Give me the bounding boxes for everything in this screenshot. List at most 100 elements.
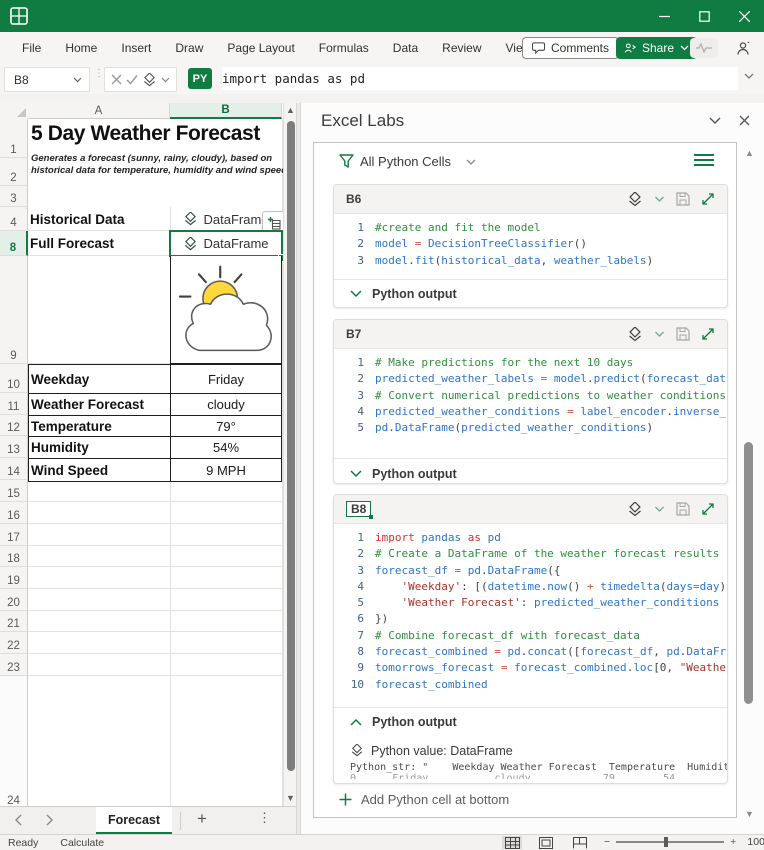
datatype-dropdown-icon[interactable]	[654, 196, 665, 203]
row-header-1[interactable]: 1	[0, 119, 28, 158]
datatype-dropdown-icon[interactable]	[161, 77, 170, 83]
python-output-toggle-b6[interactable]: Python output	[334, 278, 727, 309]
activity-button[interactable]	[690, 38, 718, 58]
page-layout-view-button[interactable]	[536, 836, 556, 849]
select-all-corner[interactable]	[0, 103, 29, 120]
save-icon[interactable]	[676, 192, 690, 206]
ribbon-tab-data[interactable]: Data	[381, 32, 430, 64]
close-button[interactable]	[724, 0, 764, 32]
code-editor-b7[interactable]: 1 # Make predictions for the next 10 days…	[334, 349, 727, 458]
row-header-15[interactable]: 15	[0, 480, 28, 502]
datatype-icon[interactable]	[627, 191, 643, 207]
stat-value[interactable]: 79°	[171, 416, 281, 436]
minimize-button[interactable]	[644, 0, 684, 32]
row-header-23[interactable]: 23	[0, 654, 28, 676]
comments-button[interactable]: Comments	[522, 37, 620, 59]
expand-icon[interactable]	[701, 192, 715, 206]
panel-scroll-up-icon[interactable]: ▲	[745, 148, 754, 158]
row-header-10[interactable]: 10	[0, 364, 28, 393]
sheet-scrollbar-thumb[interactable]	[286, 121, 295, 771]
row-header-20[interactable]: 20	[0, 589, 28, 611]
sheet-vertical-scrollbar[interactable]: ▲ ▼	[283, 103, 296, 806]
code-editor-b6[interactable]: 1 #create and fit the model 2 model = Decis…	[334, 214, 727, 279]
python-cell-card-b7[interactable]: B7 1 # Make predictions for the next 10 d…	[333, 319, 728, 484]
row-header-22[interactable]: 22	[0, 632, 28, 654]
ribbon-tab-review[interactable]: Review	[430, 32, 493, 64]
stat-value[interactable]: 54%	[171, 437, 281, 458]
zoom-in-button[interactable]: +	[730, 836, 736, 848]
ribbon-tab-file[interactable]: File	[10, 32, 53, 64]
namebox-dropdown-icon[interactable]	[73, 77, 82, 83]
cell-a8-label[interactable]: Full Forecast	[30, 231, 114, 256]
stat-label[interactable]: Weekday	[29, 365, 171, 393]
datatype-icon[interactable]	[627, 501, 643, 517]
row-header-17[interactable]: 17	[0, 524, 28, 546]
ribbon-tab-formulas[interactable]: Formulas	[307, 32, 381, 64]
enter-check-icon[interactable]	[126, 74, 138, 85]
row-header-21[interactable]: 21	[0, 611, 28, 632]
row-header-16[interactable]: 16	[0, 502, 28, 524]
panel-collapse-icon[interactable]	[709, 117, 721, 125]
scroll-down-icon[interactable]: ▼	[286, 794, 295, 803]
panel-scrollbar-thumb[interactable]	[744, 442, 753, 704]
zoom-slider[interactable]	[616, 837, 725, 848]
row-header-2[interactable]: 2	[0, 158, 28, 186]
feedback-person-button[interactable]	[730, 38, 756, 58]
page-break-view-button[interactable]	[570, 836, 590, 849]
share-button[interactable]: Share	[616, 37, 698, 59]
stat-value[interactable]: cloudy	[171, 394, 281, 415]
python-datatype-icon[interactable]	[142, 72, 157, 87]
panel-scroll-down-icon[interactable]: ▼	[745, 809, 754, 819]
sheet-grid[interactable]: A B 1 2 3 4 8 9 10 11 12 13 14 15 16 17 18 19 20 21 22 23 24…	[0, 103, 296, 806]
expand-icon[interactable]	[701, 327, 715, 341]
panel-close-icon[interactable]	[739, 115, 750, 126]
status-calculate[interactable]: Calculate	[60, 837, 104, 849]
name-box[interactable]: B8	[4, 67, 90, 92]
stat-label[interactable]: Humidity	[29, 437, 171, 458]
datatype-dropdown-icon[interactable]	[654, 331, 665, 338]
python-output-toggle-b7[interactable]: Python output	[334, 458, 727, 488]
ribbon-tab-insert[interactable]: Insert	[109, 32, 163, 64]
add-python-cell-button[interactable]: Add Python cell at bottom	[339, 792, 509, 807]
cell-b8-selected[interactable]: DataFrame	[169, 230, 283, 257]
row-header-18[interactable]: 18	[0, 546, 28, 567]
sheet-tab-forecast[interactable]: Forecast	[96, 807, 172, 835]
stat-label[interactable]: Wind Speed	[29, 459, 171, 481]
ribbon-tab-home[interactable]: Home	[53, 32, 109, 64]
filter-dropdown-icon[interactable]	[466, 159, 476, 166]
sheet-options-menu[interactable]: ⋮	[258, 810, 271, 826]
formula-bar-expand-icon[interactable]	[744, 73, 754, 80]
row-header-3[interactable]: 3	[0, 186, 28, 207]
filter-funnel-icon[interactable]	[339, 154, 354, 168]
row-header-14[interactable]: 14	[0, 458, 28, 480]
cancel-icon[interactable]	[111, 74, 122, 85]
namebox-resize-handle[interactable]: ⋮	[94, 69, 104, 86]
formula-input[interactable]: import pandas as pd	[222, 67, 738, 90]
row-header-4[interactable]: 4	[0, 207, 28, 231]
cell-a4-label[interactable]: Historical Data	[30, 207, 125, 231]
row-header-24[interactable]: 24	[0, 676, 28, 806]
datatype-dropdown-icon[interactable]	[654, 506, 665, 513]
add-sheet-button[interactable]: +	[192, 809, 212, 829]
python-output-toggle-b8[interactable]: Python output	[334, 706, 727, 737]
next-sheet-icon[interactable]	[46, 814, 54, 826]
filter-label[interactable]: All Python Cells	[360, 154, 451, 169]
zoom-slider-thumb[interactable]	[664, 837, 669, 848]
scroll-up-icon[interactable]: ▲	[286, 106, 295, 115]
stat-label[interactable]: Temperature	[29, 416, 171, 436]
python-cell-card-b6[interactable]: B6 1 #create and fit the model 2 model = De…	[333, 184, 728, 308]
cell-b9-weather-image[interactable]	[170, 256, 282, 364]
row-header-19[interactable]: 19	[0, 567, 28, 589]
save-icon[interactable]	[676, 502, 690, 516]
stat-value[interactable]: Friday	[171, 365, 281, 393]
row-header-12[interactable]: 12	[0, 415, 28, 436]
save-icon[interactable]	[676, 327, 690, 341]
row-header-13[interactable]: 13	[0, 436, 28, 458]
code-editor-b8[interactable]: 1 import pandas as pd 2 # Create a DataFram…	[334, 524, 727, 707]
column-header-b[interactable]: B	[170, 103, 282, 119]
normal-view-button[interactable]	[502, 836, 522, 849]
stat-label[interactable]: Weather Forecast	[29, 394, 171, 415]
ribbon-tab-draw[interactable]: Draw	[163, 32, 215, 64]
row-header-11[interactable]: 11	[0, 393, 28, 415]
expand-icon[interactable]	[701, 502, 715, 516]
